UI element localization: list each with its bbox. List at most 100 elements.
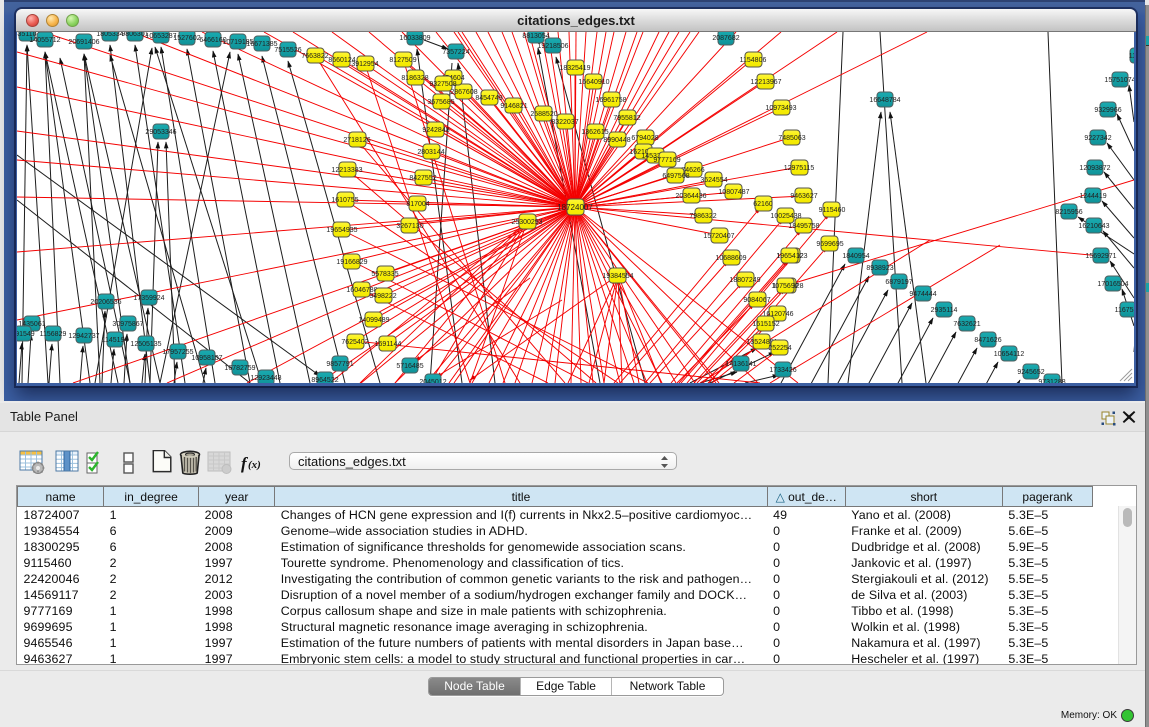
- svg-text:14055712: 14055712: [29, 37, 60, 44]
- svg-text:1615152: 1615152: [752, 321, 779, 328]
- svg-text:9463627: 9463627: [790, 193, 817, 200]
- svg-text:15720407: 15720407: [703, 233, 734, 240]
- svg-text:10688609: 10688609: [715, 255, 746, 262]
- svg-text:1244419: 1244419: [1079, 193, 1106, 200]
- svg-text:20206536: 20206536: [90, 299, 121, 306]
- svg-text:8990448: 8990448: [603, 137, 630, 144]
- svg-text:9242848: 9242848: [422, 127, 449, 134]
- svg-text:11171: 11171: [1129, 53, 1134, 60]
- svg-text:391549: 391549: [17, 331, 35, 338]
- svg-text:16961758: 16961758: [595, 97, 626, 104]
- svg-text:8454749: 8454749: [475, 95, 502, 102]
- svg-text:8127509: 8127509: [389, 57, 416, 64]
- svg-text:12213967: 12213967: [750, 79, 781, 86]
- svg-text:9699695: 9699695: [816, 241, 843, 248]
- svg-text:1156829: 1156829: [40, 331, 67, 338]
- svg-text:9227342: 9227342: [1084, 135, 1111, 142]
- svg-text:18325419: 18325419: [559, 65, 590, 72]
- svg-text:1965412: 1965412: [776, 253, 803, 260]
- svg-text:19654935: 19654935: [326, 227, 357, 234]
- svg-text:25300293: 25300293: [511, 219, 542, 226]
- svg-text:9327508: 9327508: [429, 81, 456, 88]
- svg-text:12975115: 12975115: [784, 165, 815, 172]
- svg-text:16210643: 16210643: [1078, 223, 1109, 230]
- svg-text:62160: 62160: [753, 201, 773, 208]
- svg-text:9329966: 9329966: [1094, 107, 1121, 114]
- svg-text:14136141: 14136141: [725, 361, 756, 368]
- svg-text:1840954: 1840954: [842, 253, 869, 260]
- svg-text:10653287: 10653287: [145, 33, 176, 40]
- svg-text:7485063: 7485063: [778, 135, 805, 142]
- svg-text:16640910: 16640910: [578, 79, 609, 86]
- svg-text:19166829: 19166829: [336, 259, 367, 266]
- svg-text:18807249: 18807249: [729, 277, 760, 284]
- svg-text:9857791: 9857791: [326, 361, 353, 368]
- svg-text:1610755: 1610755: [331, 197, 358, 204]
- svg-text:16033809: 16033809: [399, 35, 430, 42]
- svg-text:12923448: 12923448: [250, 375, 281, 382]
- svg-text:29053346: 29053346: [145, 129, 176, 136]
- svg-text:817004: 817004: [406, 201, 429, 208]
- svg-text:8322037: 8322037: [551, 119, 578, 126]
- svg-text:2935114: 2935114: [931, 307, 958, 314]
- svg-text:8938923: 8938923: [866, 265, 893, 272]
- svg-text:2045012: 2045012: [419, 379, 446, 383]
- svg-text:17957255: 17957255: [162, 349, 193, 356]
- svg-text:3912954: 3912954: [351, 61, 378, 68]
- svg-text:252254: 252254: [768, 345, 791, 352]
- svg-text:30975867: 30975867: [112, 321, 143, 328]
- svg-text:19384554: 19384554: [602, 273, 633, 280]
- svg-text:16648784: 16648784: [869, 97, 900, 104]
- svg-text:14099489: 14099489: [358, 317, 389, 324]
- svg-text:18724007: 18724007: [557, 203, 593, 212]
- svg-text:12505135: 12505135: [130, 341, 161, 348]
- svg-text:2718126: 2718126: [343, 137, 370, 144]
- svg-text:9146821: 9146821: [500, 103, 527, 110]
- svg-text:19218506: 19218506: [537, 43, 568, 50]
- svg-text:5716485: 5716485: [396, 363, 423, 370]
- svg-text:(x): (x): [248, 459, 261, 471]
- svg-text:9474444: 9474444: [909, 291, 936, 298]
- svg-text:6497568: 6497568: [662, 173, 689, 180]
- svg-text:1527602: 1527602: [173, 35, 200, 42]
- svg-text:20691406: 20691406: [68, 39, 99, 46]
- svg-text:3267130: 3267130: [396, 223, 423, 230]
- svg-text:7357224: 7357224: [442, 49, 469, 56]
- svg-text:7515526: 7515526: [274, 47, 301, 54]
- svg-text:8215956: 8215956: [1055, 209, 1082, 216]
- svg-text:16671385: 16671385: [246, 41, 277, 48]
- svg-text:8186328: 8186328: [401, 75, 428, 82]
- svg-text:7663822: 7663822: [301, 53, 328, 60]
- svg-text:7986322: 7986322: [689, 213, 716, 220]
- svg-text:9115460: 9115460: [819, 207, 846, 214]
- svg-text:2867608: 2867608: [450, 89, 477, 96]
- svg-text:2087682: 2087682: [712, 35, 739, 42]
- svg-text:17359924: 17359924: [133, 295, 164, 302]
- svg-text:9084067: 9084067: [743, 297, 770, 304]
- svg-text:1145194: 1145194: [102, 337, 129, 344]
- svg-text:8427552: 8427552: [409, 175, 436, 182]
- svg-text:15692971: 15692971: [1085, 253, 1116, 260]
- svg-text:1154806: 1154806: [740, 57, 767, 64]
- svg-text:20364436: 20364436: [675, 193, 706, 200]
- svg-text:9245652: 9245652: [1017, 369, 1044, 376]
- svg-text:9731288: 9731288: [1038, 379, 1065, 383]
- svg-text:7625402: 7625402: [341, 339, 368, 346]
- svg-text:1167530: 1167530: [1115, 307, 1134, 314]
- svg-text:15751074: 15751074: [1104, 77, 1134, 84]
- svg-text:17016504: 17016504: [1097, 281, 1128, 288]
- svg-text:10807487: 10807487: [718, 189, 749, 196]
- svg-text:8471626: 8471626: [974, 337, 1001, 344]
- svg-text:2588520: 2588520: [530, 111, 557, 118]
- svg-text:12093872: 12093872: [1079, 165, 1110, 172]
- svg-text:1075692: 1075692: [771, 283, 798, 290]
- svg-text:3675685: 3675685: [427, 99, 454, 106]
- svg-text:3498222: 3498222: [369, 293, 396, 300]
- svg-text:1805334: 1805334: [96, 32, 123, 38]
- svg-text:6794028: 6794028: [631, 135, 658, 142]
- svg-text:9777169: 9777169: [653, 157, 680, 164]
- svg-text:6879197: 6879197: [885, 279, 912, 286]
- svg-text:7955812: 7955812: [613, 115, 640, 122]
- svg-text:18495758: 18495758: [788, 223, 819, 230]
- svg-text:12213383: 12213383: [331, 167, 362, 174]
